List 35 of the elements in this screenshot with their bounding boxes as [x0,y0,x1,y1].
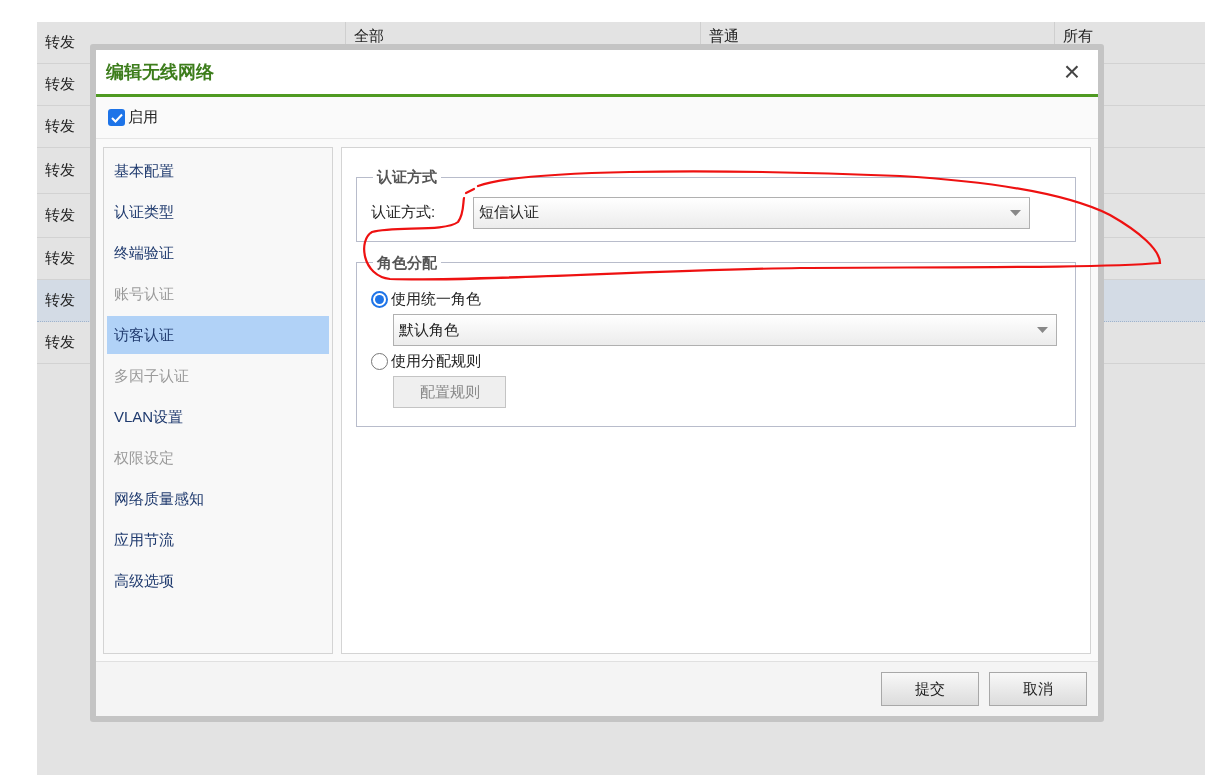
table-cell-text: 转发 [45,248,75,269]
close-button[interactable]: × [1063,58,1080,86]
nav-item[interactable]: 高级选项 [107,562,329,600]
nav-item[interactable]: 网络质量感知 [107,480,329,518]
enable-checkbox[interactable] [108,109,125,126]
radio-label: 使用统一角色 [391,288,481,309]
table-cell-text: 转发 [45,205,75,226]
radio-button[interactable] [371,290,388,308]
section-legend: 角色分配 [373,251,441,274]
dialog-button[interactable]: 提交 [881,672,979,706]
table-cell-text: 转发 [45,332,75,353]
table-cell-text: 转发 [45,160,75,181]
dropdown-caret-icon [1037,327,1048,333]
dialog-title: 编辑无线网络 [106,60,214,84]
radio-label: 使用分配规则 [391,350,481,371]
role-select[interactable]: 默认角色 [393,314,1057,346]
auth-method-select[interactable]: 短信认证 [473,196,1030,229]
dropdown-caret-icon [1010,209,1021,216]
nav-item[interactable]: 访客认证 [107,316,329,354]
field-label: 认证方式: [371,202,437,223]
nav-item[interactable]: VLAN设置 [107,398,329,436]
table-cell-text: 转发 [45,74,75,95]
enable-label: 启用 [128,107,158,128]
table-cell-text: 转发 [45,116,75,137]
table-cell-text: 转发 [45,32,75,53]
nav-item[interactable]: 应用节流 [107,521,329,559]
section-legend: 认证方式 [373,166,441,189]
table-cell-text: 转发 [45,290,75,311]
nav-item[interactable]: 终端验证 [107,234,329,272]
table-cell-text: 全部 [354,26,384,46]
table-cell-text: 普通 [709,26,739,46]
table-cell-text: 所有 [1063,26,1093,46]
nav-item[interactable]: 认证类型 [107,193,329,231]
dialog-button[interactable]: 取消 [989,672,1087,706]
nav-item[interactable]: 基本配置 [107,152,329,190]
